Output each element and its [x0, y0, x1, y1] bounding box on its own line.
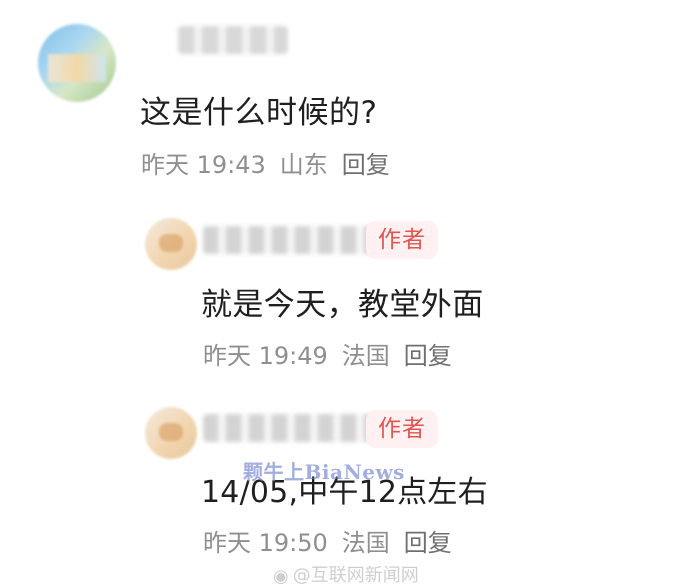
comment-2-text: 就是今天，教堂外面	[201, 287, 484, 323]
author-badge-comment-3: 作者	[366, 410, 438, 448]
source-watermark-text: @互联网新闻网	[292, 565, 419, 586]
comment-1-location: 山东	[279, 151, 328, 179]
comment-3-time: 昨天 19:50	[203, 529, 328, 557]
overlay-watermark: 颗牛上BiaNews	[243, 460, 405, 484]
comment-3-location: 法国	[341, 529, 390, 557]
avatar-comment-2[interactable]	[145, 218, 197, 270]
avatar-comment-3[interactable]	[145, 407, 197, 459]
comment-1-text: 这是什么时候的?	[140, 95, 378, 131]
comment-2-meta: 昨天 19:49 法国 回复	[203, 336, 452, 371]
avatar-comment-1[interactable]	[38, 24, 116, 102]
comment-2-time: 昨天 19:49	[203, 342, 328, 370]
comment-1-meta: 昨天 19:43 山东 回复	[141, 145, 390, 180]
reply-button-comment-3[interactable]: 回复	[404, 529, 452, 557]
comment-1-time: 昨天 19:43	[141, 151, 266, 179]
reply-button-comment-1[interactable]: 回复	[342, 151, 390, 179]
weibo-icon: ◉	[273, 566, 289, 587]
source-watermark: ◉ @互联网新闻网	[273, 561, 419, 587]
comment-2-location: 法国	[341, 342, 390, 370]
username-comment-1[interactable]	[178, 26, 288, 54]
comment-3-meta: 昨天 19:50 法国 回复	[203, 523, 452, 558]
author-badge-comment-2: 作者	[366, 221, 438, 259]
reply-button-comment-2[interactable]: 回复	[404, 342, 452, 370]
